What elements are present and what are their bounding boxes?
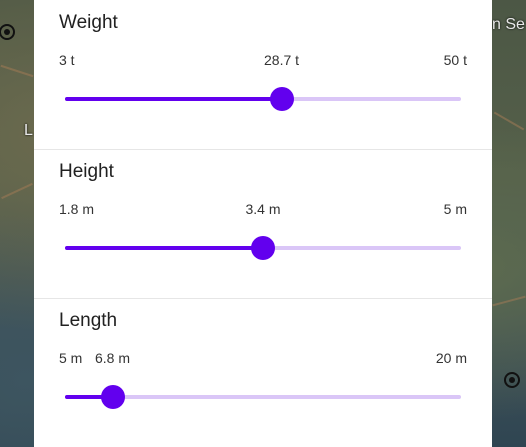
vehicle-dimensions-panel: Weight 3 t 28.7 t 50 t Height 1.8 m 3.4 … bbox=[34, 0, 492, 447]
weight-title: Weight bbox=[59, 12, 118, 33]
length-value-label: 6.8 m bbox=[95, 350, 131, 366]
length-max-label: 20 m bbox=[435, 350, 467, 366]
weight-section: Weight 3 t 28.7 t 50 t bbox=[34, 0, 492, 150]
weight-value-label: 28.7 t bbox=[264, 52, 300, 68]
length-section: Length 5 m 6.8 m 20 m bbox=[34, 298, 492, 447]
map-location-marker[interactable] bbox=[504, 372, 520, 388]
height-min-label: 1.8 m bbox=[59, 201, 95, 217]
map-road bbox=[0, 64, 34, 78]
weight-slider-fill bbox=[65, 97, 282, 101]
map-place-label: L bbox=[24, 122, 33, 139]
weight-slider-track[interactable] bbox=[65, 97, 461, 101]
length-slider-thumb[interactable] bbox=[100, 385, 125, 409]
map-road bbox=[1, 182, 33, 200]
weight-slider-thumb[interactable] bbox=[269, 87, 294, 111]
height-value-label: 3.4 m bbox=[245, 201, 281, 217]
map-road bbox=[493, 111, 525, 131]
height-title: Height bbox=[59, 161, 114, 182]
length-min-label: 5 m bbox=[59, 350, 83, 366]
height-slider-thumb[interactable] bbox=[251, 236, 275, 260]
weight-min-label: 3 t bbox=[59, 52, 75, 68]
map-location-marker[interactable] bbox=[0, 24, 15, 40]
height-max-label: 5 m bbox=[443, 201, 467, 217]
map-road bbox=[492, 295, 526, 307]
height-section: Height 1.8 m 3.4 m 5 m bbox=[34, 149, 492, 299]
weight-max-label: 50 t bbox=[443, 52, 467, 68]
map-place-label: n Se bbox=[492, 16, 525, 33]
length-title: Length bbox=[59, 310, 118, 331]
height-slider-fill bbox=[65, 246, 263, 250]
